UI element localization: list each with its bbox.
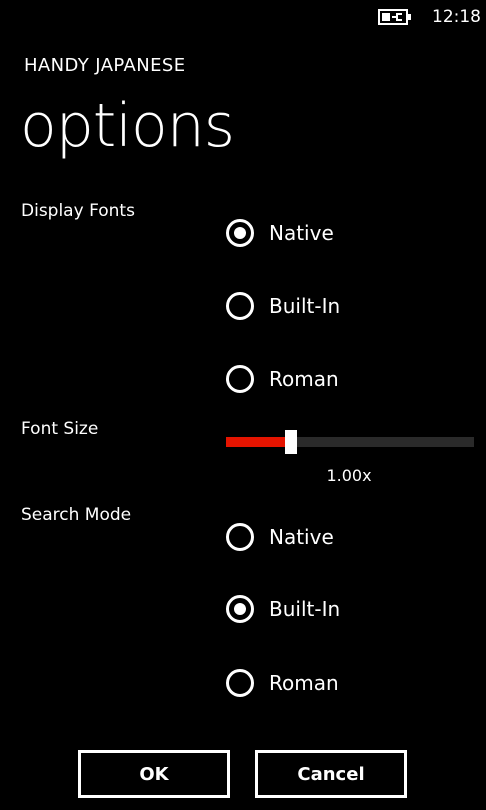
radio-label: Built-In — [269, 597, 341, 621]
radio-button-icon — [226, 595, 254, 623]
page-title: options — [20, 91, 235, 161]
ok-button[interactable]: OK — [78, 750, 230, 798]
font-size-value: 1.00x — [326, 466, 372, 485]
status-time: 12:18 — [432, 7, 481, 27]
cancel-button[interactable]: Cancel — [255, 750, 407, 798]
app-title: HANDY JAPANESE — [24, 55, 186, 76]
slider-fill — [226, 437, 285, 447]
radio-button-icon — [226, 292, 254, 320]
radio-button-icon — [226, 365, 254, 393]
display-fonts-option-roman[interactable]: Roman — [226, 361, 339, 397]
radio-label: Native — [269, 525, 334, 549]
radio-label: Roman — [269, 671, 339, 695]
display-fonts-option-built-in[interactable]: Built-In — [226, 288, 340, 324]
display-fonts-option-native[interactable]: Native — [226, 215, 334, 251]
font-size-label: Font Size — [21, 419, 99, 439]
radio-button-icon — [226, 523, 254, 551]
radio-button-icon — [226, 669, 254, 697]
radio-label: Roman — [269, 367, 339, 391]
slider-thumb[interactable] — [285, 430, 297, 454]
status-bar: 12:18 — [0, 0, 486, 32]
font-size-slider[interactable] — [226, 430, 474, 454]
radio-label: Built-In — [269, 294, 341, 318]
display-fonts-label: Display Fonts — [21, 201, 135, 221]
radio-button-icon — [226, 219, 254, 247]
search-mode-option-built-in[interactable]: Built-In — [226, 591, 340, 627]
search-mode-option-native[interactable]: Native — [226, 519, 334, 555]
search-mode-label: Search Mode — [21, 505, 132, 525]
search-mode-option-roman[interactable]: Roman — [226, 665, 339, 701]
radio-label: Native — [269, 221, 334, 245]
battery-charging-icon — [378, 9, 411, 25]
